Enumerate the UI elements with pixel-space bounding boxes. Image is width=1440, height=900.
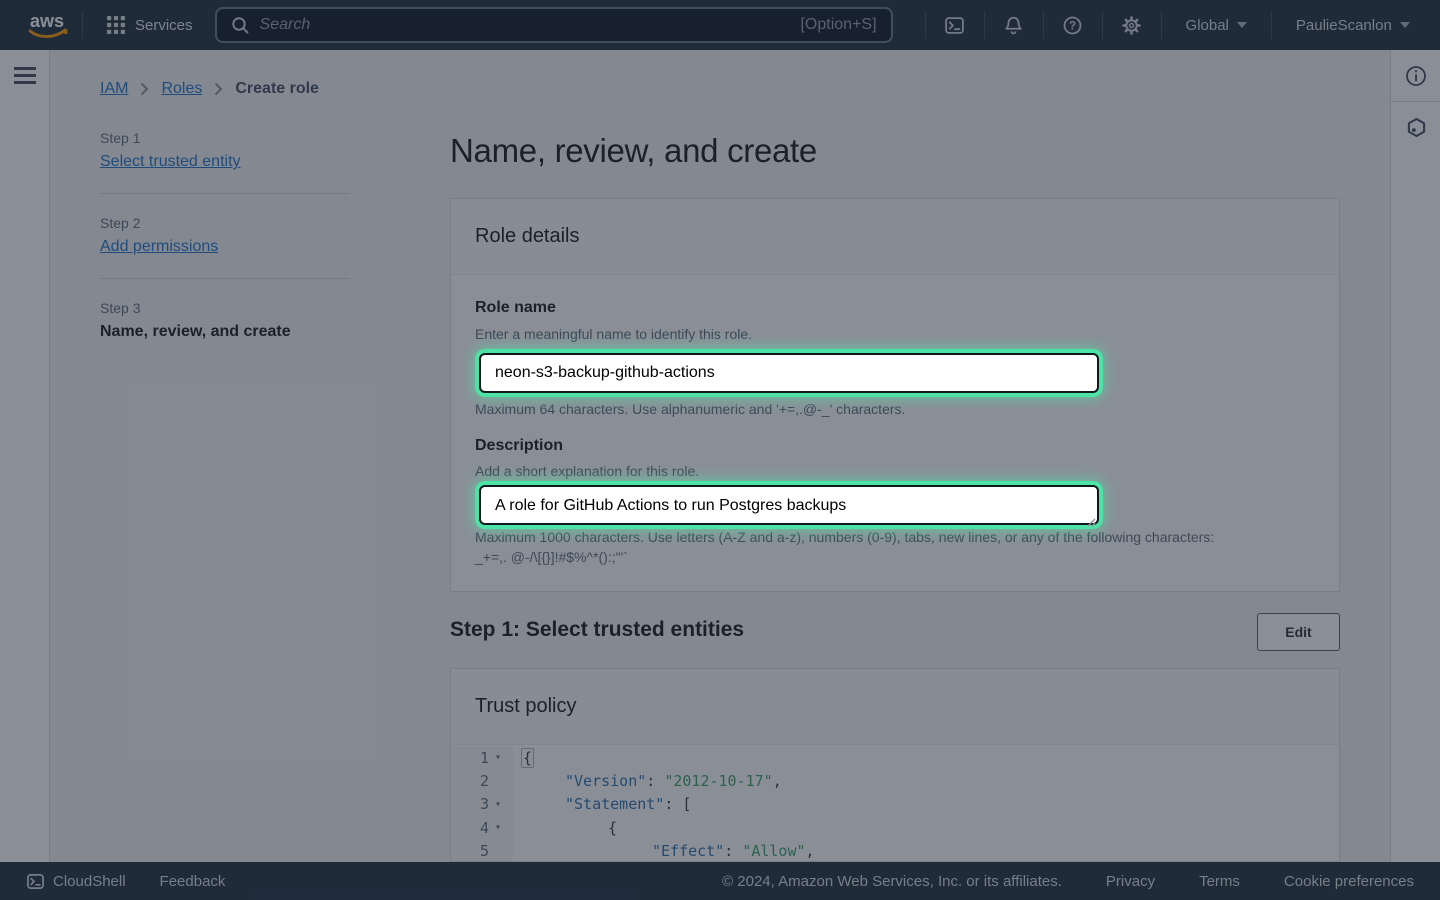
nav-right-group: ? Global PaulieScanlon [917,4,1426,46]
role-name-input[interactable] [479,353,1099,393]
account-menu[interactable]: PaulieScanlon [1280,17,1426,34]
nav-divider [1102,11,1103,39]
fold-toggle-icon[interactable]: ▾ [489,822,507,833]
step-1-link[interactable]: Select trusted entity [100,153,241,171]
footer-bar: CloudShell Feedback © 2024, Amazon Web S… [0,862,1440,900]
top-navigation-bar: aws Services Search [Option+S] [0,0,1440,50]
step-3-current-title: Name, review, and create [100,323,350,341]
steps-divider [100,278,350,279]
info-icon [1404,64,1428,88]
terminal-icon [944,15,965,36]
right-help-rail [1390,50,1440,862]
settings-button[interactable] [1111,4,1153,46]
help-button[interactable]: ? [1052,4,1094,46]
description-highlight: A role for GitHub Actions to run Postgre… [479,485,1099,530]
breadcrumb-link-roles[interactable]: Roles [161,80,202,98]
role-details-card: Role details Role name Enter a meaningfu… [450,198,1340,592]
code-line: 2"Version": "2012-10-17", [451,769,1339,792]
question-icon: ? [1062,15,1083,36]
chevron-down-icon [1400,22,1410,28]
footer-cloudshell-label: CloudShell [53,873,126,890]
svg-text:?: ? [1069,20,1076,32]
trust-policy-card: Trust policy 1▾{2"Version": "2012-10-17"… [450,668,1340,862]
role-name-highlight [479,353,1099,393]
code-line: 4▾{ [451,816,1339,839]
role-name-description: Enter a meaningful name to identify this… [475,326,752,342]
code-line: 5"Effect": "Allow", [451,840,1339,862]
footer-cloudshell-button[interactable]: CloudShell [26,872,126,891]
footer-feedback-link[interactable]: Feedback [160,873,226,890]
step1-section-heading: Step 1: Select trusted entities [450,618,744,642]
description-label: Description [475,437,563,455]
footer-left-group: CloudShell Feedback [26,872,225,891]
steps-navigation: Step 1 Select trusted entity Step 2 Add … [100,130,350,341]
resources-panel-button[interactable] [1391,102,1440,153]
description-hint-line2: _+=,. @-/\[{}]!#$%^*():;"'` [475,549,628,565]
footer-feedback-label: Feedback [160,873,226,890]
footer-cookie-preferences-link[interactable]: Cookie preferences [1284,873,1414,890]
breadcrumb-chevron-icon [140,82,149,96]
footer-terms-link[interactable]: Terms [1199,873,1240,890]
role-name-label: Role name [475,299,556,317]
info-panel-button[interactable] [1391,50,1440,101]
global-search-input[interactable]: Search [Option+S] [215,7,893,43]
notifications-button[interactable] [993,4,1035,46]
main-content: IAM Roles Create role Step 1 Select trus… [50,50,1390,862]
description-textarea[interactable]: A role for GitHub Actions to run Postgre… [479,485,1099,525]
search-shortcut-hint: [Option+S] [800,16,876,34]
account-label: PaulieScanlon [1296,17,1392,34]
description-hint-line1: Maximum 1000 characters. Use letters (A-… [475,529,1214,545]
page-title: Name, review, and create [450,132,817,170]
description-description: Add a short explanation for this role. [475,463,699,479]
breadcrumb-chevron-icon [214,82,223,96]
breadcrumb-current: Create role [235,80,319,98]
footer-right-group: © 2024, Amazon Web Services, Inc. or its… [722,873,1414,890]
step-2-link[interactable]: Add permissions [100,238,218,256]
trust-policy-heading: Trust policy [475,695,1315,718]
svg-text:aws: aws [30,11,64,31]
region-selector[interactable]: Global [1170,17,1263,34]
fold-toggle-icon[interactable]: ▾ [489,799,507,810]
role-name-hint: Maximum 64 characters. Use alphanumeric … [475,401,905,417]
search-icon [231,16,250,35]
breadcrumb-link-iam[interactable]: IAM [100,80,128,98]
search-placeholder: Search [260,16,311,34]
hexagon-icon [1405,116,1428,139]
nav-divider [1161,11,1162,39]
nav-divider [984,11,985,39]
gear-icon [1121,15,1142,36]
steps-divider [100,193,350,194]
region-label: Global [1186,17,1229,34]
terminal-icon [26,872,45,891]
nav-divider [925,11,926,39]
step-1-label: Step 1 [100,130,350,146]
fold-toggle-icon[interactable]: ▾ [489,752,507,763]
code-line: 3▾"Statement": [ [451,793,1339,816]
footer-privacy-link[interactable]: Privacy [1106,873,1155,890]
nav-divider [82,11,83,39]
role-details-card-header: Role details [451,199,1339,275]
nav-divider [1271,11,1272,39]
trust-policy-card-header: Trust policy [451,669,1339,745]
chevron-down-icon [1237,22,1247,28]
step1-section-row: Step 1: Select trusted entities Edit [450,612,1340,652]
bell-icon [1003,15,1024,36]
breadcrumb: IAM Roles Create role [100,80,319,98]
step-2-label: Step 2 [100,215,350,231]
cloudshell-button[interactable] [934,4,976,46]
nav-divider [1043,11,1044,39]
edit-button[interactable]: Edit [1257,613,1340,651]
trust-policy-editor[interactable]: 1▾{2"Version": "2012-10-17",3▾"Statement… [451,746,1339,862]
step-3-label: Step 3 [100,300,350,316]
hamburger-menu-icon[interactable] [14,67,49,84]
services-label: Services [135,17,193,34]
code-line: 1▾{ [451,746,1339,769]
role-details-heading: Role details [475,225,1315,248]
footer-copyright: © 2024, Amazon Web Services, Inc. or its… [722,873,1062,890]
services-menu-button[interactable]: Services [95,0,205,50]
left-sidebar-rail [0,50,50,862]
aws-logo[interactable]: aws [24,8,70,42]
aws-logo-icon: aws [24,8,70,42]
services-grid-icon [107,16,125,34]
